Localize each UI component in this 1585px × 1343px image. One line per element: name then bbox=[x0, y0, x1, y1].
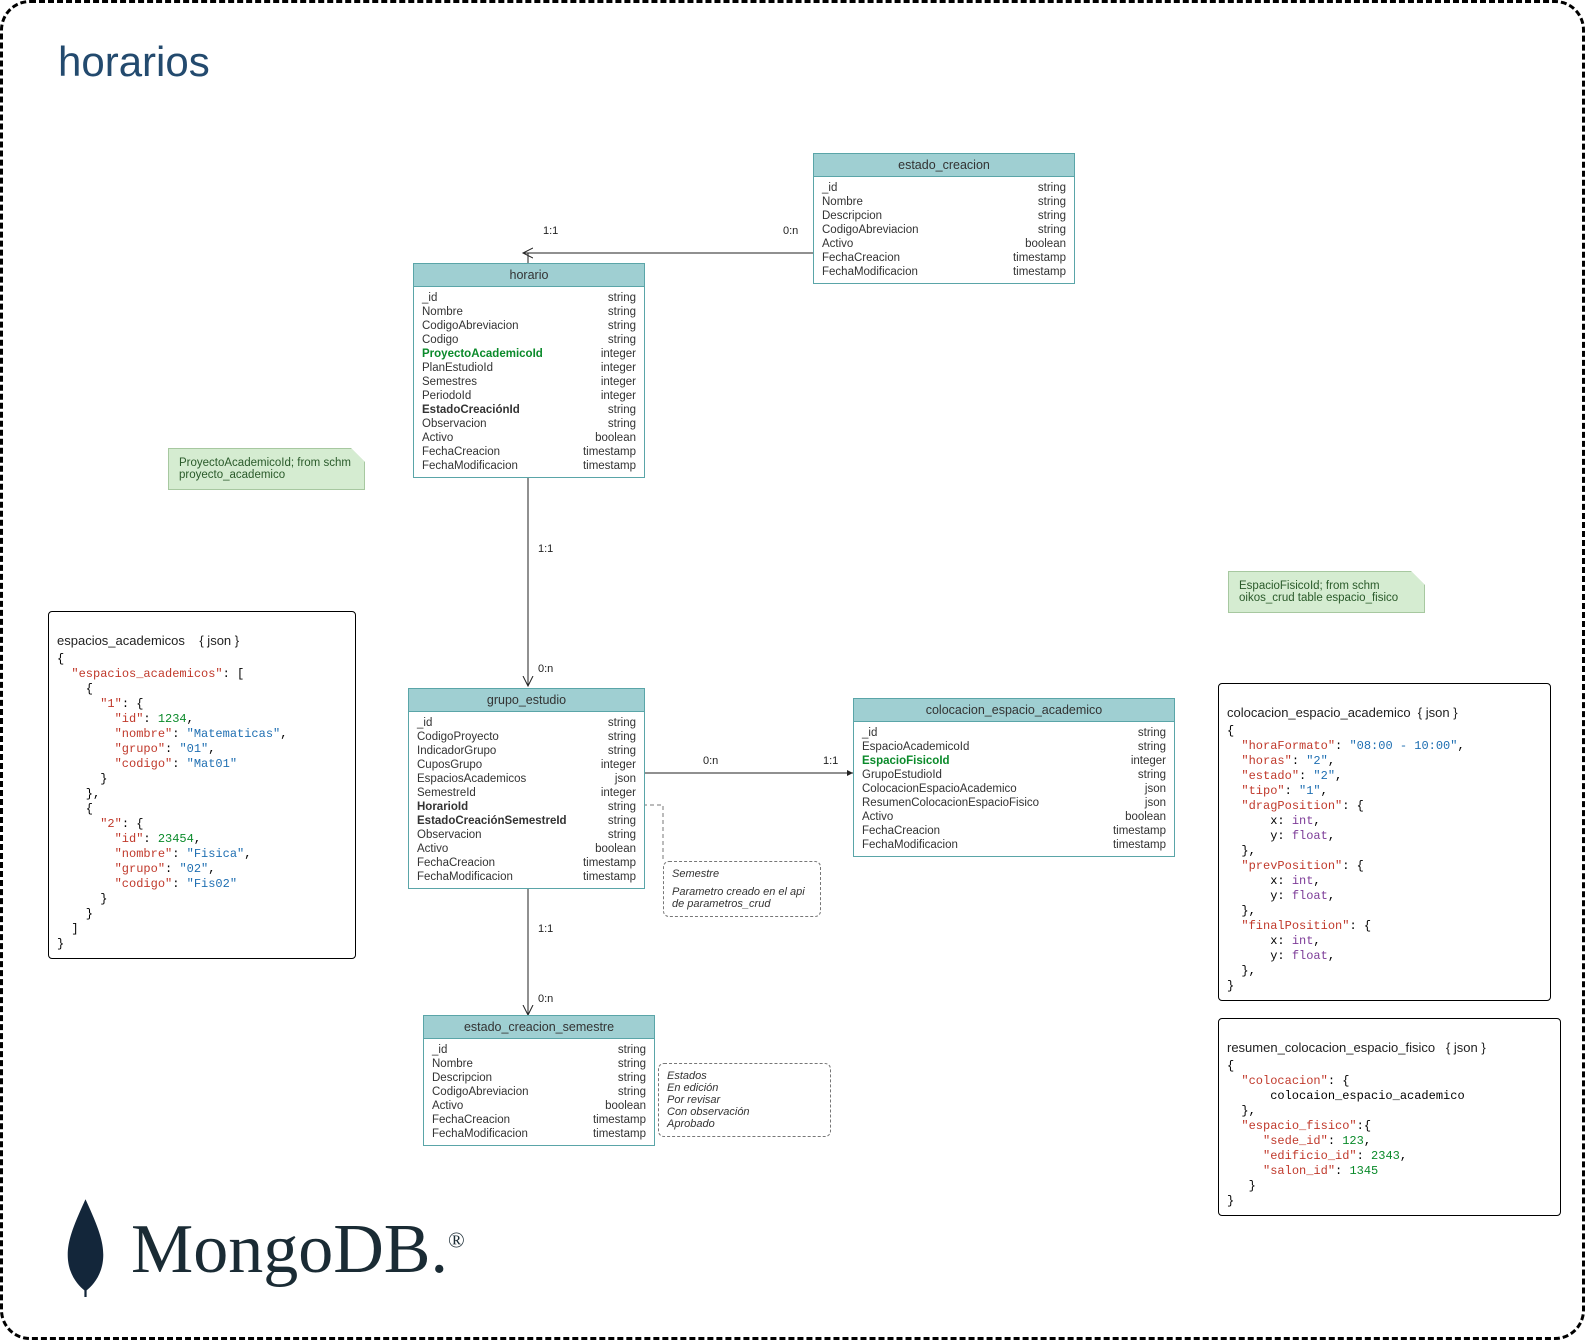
note-title: Semestre bbox=[672, 868, 812, 880]
field-row: Nombrestring bbox=[822, 195, 1066, 209]
entity-header: grupo_estudio bbox=[409, 689, 644, 712]
entity-estado-creacion[interactable]: estado_creacion _idstringNombrestringDes… bbox=[813, 153, 1075, 284]
entity-horario[interactable]: horario _idstringNombrestringCodigoAbrev… bbox=[413, 263, 645, 478]
field-row: _idstring bbox=[822, 181, 1066, 195]
field-row: FechaCreaciontimestamp bbox=[432, 1113, 646, 1127]
field-row: Nombrestring bbox=[432, 1057, 646, 1071]
cardinality-label: 1:1 bbox=[538, 923, 553, 935]
field-row: Observacionstring bbox=[417, 828, 636, 842]
list-item: Por revisar bbox=[667, 1094, 822, 1106]
field-row: FechaCreaciontimestamp bbox=[862, 824, 1166, 838]
field-row: SemestreIdinteger bbox=[417, 786, 636, 800]
entity-header: colocacion_espacio_academico bbox=[854, 699, 1174, 722]
jsonbox-espacios-academicos: espacios_academicos { json }{ "espacios_… bbox=[48, 611, 356, 959]
field-row: EspacioAcademicoIdstring bbox=[862, 740, 1166, 754]
cardinality-label: 0:n bbox=[538, 663, 553, 675]
field-row: FechaCreaciontimestamp bbox=[422, 445, 636, 459]
diagram-canvas: horarios 1:1 0:n 1:1 0:n 0:n 1:1 bbox=[0, 0, 1585, 1340]
field-row: FechaModificaciontimestamp bbox=[422, 459, 636, 473]
cardinality-label: 1:1 bbox=[823, 755, 838, 767]
field-row: PeriodoIdinteger bbox=[422, 389, 636, 403]
entity-colocacion-espacio-academico[interactable]: colocacion_espacio_academico _idstringEs… bbox=[853, 698, 1175, 857]
field-row: CodigoProyectostring bbox=[417, 730, 636, 744]
field-row: ColocacionEspacioAcademicojson bbox=[862, 782, 1166, 796]
note-semestre: Semestre Parametro creado en el api de p… bbox=[663, 861, 821, 917]
cardinality-label: 0:n bbox=[783, 225, 798, 237]
note-espacio-fisico: EspacioFisicoId; from schm oikos_crud ta… bbox=[1228, 571, 1425, 613]
field-row: _idstring bbox=[432, 1043, 646, 1057]
field-row: PlanEstudioIdinteger bbox=[422, 361, 636, 375]
json-title: colocacion_espacio_academico { json } bbox=[1227, 705, 1542, 724]
field-row: _idstring bbox=[862, 726, 1166, 740]
field-row: _idstring bbox=[422, 291, 636, 305]
field-row: FechaModificaciontimestamp bbox=[862, 838, 1166, 852]
field-row: CuposGrupointeger bbox=[417, 758, 636, 772]
field-row: FechaCreaciontimestamp bbox=[417, 856, 636, 870]
field-row: Descripcionstring bbox=[432, 1071, 646, 1085]
entity-header: estado_creacion bbox=[814, 154, 1074, 177]
json-title: resumen_colocacion_espacio_fisico { json… bbox=[1227, 1040, 1552, 1059]
entity-header: horario bbox=[414, 264, 644, 287]
jsonbox-resumen: resumen_colocacion_espacio_fisico { json… bbox=[1218, 1018, 1561, 1216]
note-estados: Estados En edición Por revisar Con obser… bbox=[658, 1063, 831, 1137]
list-item: En edición bbox=[667, 1082, 822, 1094]
field-row: FechaModificaciontimestamp bbox=[417, 870, 636, 884]
logo-text: MongoDB.® bbox=[131, 1210, 465, 1290]
field-row: ResumenColocacionEspacioFisicojson bbox=[862, 796, 1166, 810]
cardinality-label: 0:n bbox=[538, 993, 553, 1005]
field-row: _idstring bbox=[417, 716, 636, 730]
field-row: Activoboolean bbox=[422, 431, 636, 445]
field-row: FechaCreaciontimestamp bbox=[822, 251, 1066, 265]
field-row: EstadoCreaciónSemestreIdstring bbox=[417, 814, 636, 828]
jsonbox-colocacion: colocacion_espacio_academico { json }{ "… bbox=[1218, 683, 1551, 1001]
note-title: Estados bbox=[667, 1070, 822, 1082]
json-title: espacios_academicos { json } bbox=[57, 633, 347, 652]
field-row: ProyectoAcademicoIdinteger bbox=[422, 347, 636, 361]
mongodb-logo: MongoDB.® bbox=[58, 1197, 465, 1302]
field-row: CodigoAbreviacionstring bbox=[432, 1085, 646, 1099]
cardinality-label: 0:n bbox=[703, 755, 718, 767]
field-row: EspaciosAcademicosjson bbox=[417, 772, 636, 786]
field-row: Activoboolean bbox=[432, 1099, 646, 1113]
field-row: Activoboolean bbox=[417, 842, 636, 856]
cardinality-label: 1:1 bbox=[538, 543, 553, 555]
field-row: Codigostring bbox=[422, 333, 636, 347]
entity-header: estado_creacion_semestre bbox=[424, 1016, 654, 1039]
field-row: Nombrestring bbox=[422, 305, 636, 319]
field-row: HorarioIdstring bbox=[417, 800, 636, 814]
field-row: IndicadorGrupostring bbox=[417, 744, 636, 758]
field-row: Activoboolean bbox=[822, 237, 1066, 251]
field-row: EstadoCreaciónIdstring bbox=[422, 403, 636, 417]
field-row: EspacioFisicoIdinteger bbox=[862, 754, 1166, 768]
note-body: Parametro creado en el api de parametros… bbox=[672, 886, 812, 910]
field-row: Semestresinteger bbox=[422, 375, 636, 389]
entity-estado-creacion-semestre[interactable]: estado_creacion_semestre _idstringNombre… bbox=[423, 1015, 655, 1146]
field-row: CodigoAbreviacionstring bbox=[422, 319, 636, 333]
field-row: FechaModificaciontimestamp bbox=[822, 265, 1066, 279]
field-row: Observacionstring bbox=[422, 417, 636, 431]
field-row: Activoboolean bbox=[862, 810, 1166, 824]
page-title: horarios bbox=[58, 38, 210, 86]
note-proyecto: ProyectoAcademicoId; from schm proyecto_… bbox=[168, 448, 365, 490]
field-row: CodigoAbreviacionstring bbox=[822, 223, 1066, 237]
field-row: FechaModificaciontimestamp bbox=[432, 1127, 646, 1141]
cardinality-label: 1:1 bbox=[543, 225, 558, 237]
leaf-icon bbox=[58, 1197, 113, 1302]
list-item: Aprobado bbox=[667, 1118, 822, 1130]
list-item: Con observación bbox=[667, 1106, 822, 1118]
field-row: GrupoEstudioIdstring bbox=[862, 768, 1166, 782]
entity-grupo-estudio[interactable]: grupo_estudio _idstringCodigoProyectostr… bbox=[408, 688, 645, 889]
field-row: Descripcionstring bbox=[822, 209, 1066, 223]
